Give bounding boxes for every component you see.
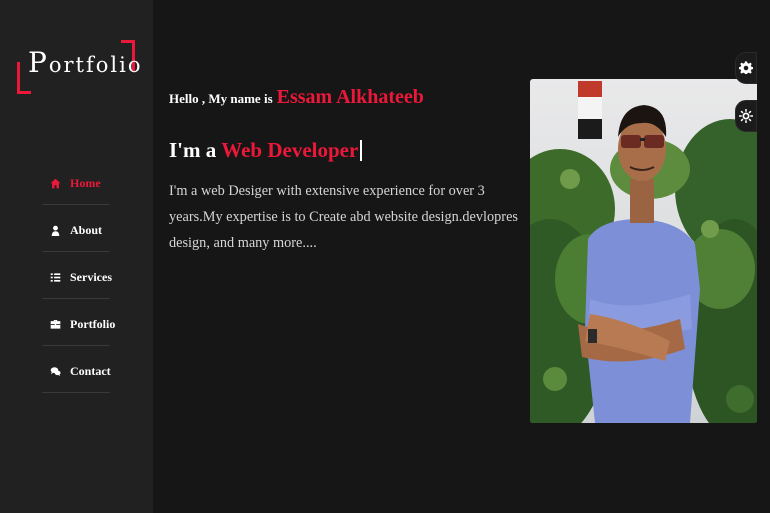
nav-link-home[interactable]: Home: [42, 172, 101, 191]
nav-item-services[interactable]: Services: [42, 252, 112, 299]
owner-name: Essam Alkhateeb: [276, 86, 424, 108]
logo[interactable]: Portfolio: [17, 40, 140, 95]
nav-link-services[interactable]: Services: [42, 266, 112, 285]
nav-label-contact: Contact: [70, 363, 111, 378]
logo-text: Portfolio: [28, 46, 142, 79]
greeting-text: Hello , My name is: [169, 91, 273, 106]
nav-link-portfolio[interactable]: Portfolio: [42, 313, 115, 332]
profile-photo: [530, 79, 757, 423]
nav-label-about: About: [70, 222, 103, 237]
nav-link-about[interactable]: About: [42, 219, 102, 238]
nav-menu: Home About Services Portfolio Contact: [42, 158, 115, 393]
gear-icon: [739, 61, 753, 74]
logo-rest: ortfolio: [48, 53, 143, 77]
nav-item-home[interactable]: Home: [42, 158, 110, 205]
role-prefix: I'm a: [169, 138, 217, 162]
nav-link-contact[interactable]: Contact: [42, 360, 111, 379]
logo-first-letter: P: [28, 46, 49, 79]
day-night-toggle[interactable]: [735, 100, 757, 132]
nav-item-portfolio[interactable]: Portfolio: [42, 299, 115, 346]
nav-item-about[interactable]: About: [42, 205, 110, 252]
sidebar: Portfolio Home About Services Portfolio: [0, 0, 153, 513]
greeting: Hello , My name is Essam Alkhateeb: [169, 86, 519, 114]
nav-label-portfolio: Portfolio: [70, 316, 116, 331]
briefcase-icon: [50, 319, 61, 329]
role-heading: I'm a Web Developer: [169, 138, 519, 163]
sun-icon: [739, 109, 753, 123]
nav-item-contact[interactable]: Contact: [42, 346, 111, 393]
role-typed: Web Developer: [221, 138, 359, 162]
intro-description: I'm a web Desiger with extensive experie…: [169, 183, 518, 251]
comments-icon: [50, 366, 61, 376]
profile-photo-image: [530, 79, 757, 423]
typing-cursor: [360, 140, 363, 161]
style-switcher-toggle[interactable]: [735, 52, 757, 84]
nav-label-services: Services: [70, 269, 112, 284]
home-icon: [50, 178, 61, 188]
nav-label-home: Home: [70, 175, 101, 190]
home-intro: Hello , My name is Essam Alkhateeb I'm a…: [169, 86, 519, 256]
list-icon: [50, 272, 61, 282]
user-icon: [51, 225, 60, 236]
